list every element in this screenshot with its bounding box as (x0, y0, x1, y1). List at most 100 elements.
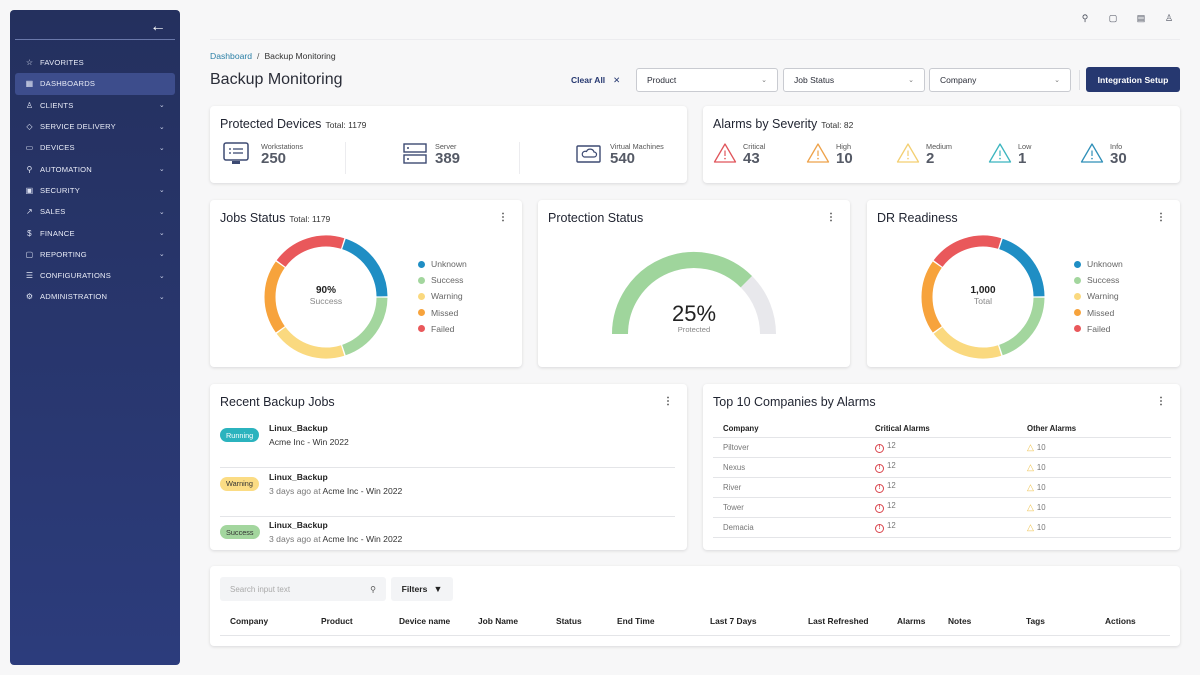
sidebar-item-label: CONFIGURATIONS (40, 271, 112, 281)
column-header[interactable]: Device name (399, 616, 450, 626)
job-name: Linux_Backup (269, 471, 328, 482)
donut-segment-missed[interactable] (264, 261, 285, 333)
job-status-select[interactable]: Job Status ⌄ (783, 68, 925, 92)
sidebar-item-finance[interactable]: $ FINANCE ⌄ (15, 222, 175, 243)
legend-item-failed[interactable]: Failed (418, 321, 467, 337)
column-header[interactable]: Company (230, 616, 268, 626)
column-header[interactable]: Status (556, 616, 582, 626)
column-header[interactable]: Last Refreshed (808, 616, 869, 626)
protected-devices-card: Protected Devices Total: 1179 Workstation… (210, 106, 687, 183)
donut-segment-warning[interactable] (933, 327, 1002, 359)
search-placeholder: Search input text (230, 584, 291, 594)
donut-segment-warning[interactable] (276, 327, 345, 359)
sidebar-item-favorites[interactable]: ☆ FAVORITES (15, 52, 175, 73)
clear-all-button[interactable]: Clear All ✕ (571, 75, 620, 86)
column-header[interactable]: Last 7 Days (710, 616, 757, 626)
legend-item-success[interactable]: Success (418, 272, 467, 288)
breadcrumb-dashboard-link[interactable]: Dashboard (210, 51, 252, 61)
warning-triangle-icon: △ (1027, 501, 1034, 512)
column-header[interactable]: Alarms (897, 616, 925, 626)
integration-setup-button[interactable]: Integration Setup (1086, 67, 1180, 92)
sidebar-menu: ☆ FAVORITES ▦ DASHBOARDS ♙ CLIENTS ⌄ ◇ SERVICE D… (15, 52, 175, 308)
legend-item-warning[interactable]: Warning (418, 288, 467, 304)
close-icon: ✕ (613, 75, 621, 85)
sidebar-item-devices[interactable]: ▭ DEVICES ⌄ (15, 137, 175, 158)
table-row[interactable]: Nexus ! 12 △ 10 (713, 457, 1171, 478)
product-select[interactable]: Product ⌄ (636, 68, 778, 92)
sidebar-item-administration[interactable]: ⚙ ADMINISTRATION ⌄ (15, 286, 175, 307)
sidebar-item-configurations[interactable]: ☰ CONFIGURATIONS ⌄ (15, 265, 175, 286)
search-input[interactable]: Search input text ⚲ (220, 577, 386, 601)
more-options-icon[interactable]: ⋮ (498, 212, 508, 223)
sidebar-item-reporting[interactable]: ▢ REPORTING ⌄ (15, 244, 175, 265)
jobs-status-legend: Unknown Success Warning Missed Failed (418, 256, 467, 337)
donut-center-value: 90% (315, 285, 336, 296)
dr-readiness-card: DR Readiness ⋮ 1,000 Total Unknown Succes… (867, 200, 1180, 367)
tag-icon: ◇ (26, 122, 33, 132)
alarm-value: 2 (926, 150, 935, 167)
jobs-table-header: Company Product Device name Job Name Status E… (220, 610, 1170, 636)
table-row[interactable]: Demacia ! 12 △ 10 (713, 517, 1171, 538)
column-header[interactable]: Actions (1105, 616, 1136, 626)
table-row[interactable]: Tower ! 12 △ 10 (713, 497, 1171, 518)
sidebar-item-label: FAVORITES (40, 58, 84, 68)
other-cell: △ 10 (1017, 437, 1171, 458)
sidebar-item-service-delivery[interactable]: ◇ SERVICE DELIVERY ⌄ (15, 116, 175, 137)
sidebar-item-sales[interactable]: ↗ SALES ⌄ (15, 201, 175, 222)
notes-icon[interactable]: ▤ (1136, 12, 1146, 24)
column-header[interactable]: Company (713, 420, 865, 438)
legend-label: Missed (1087, 307, 1115, 318)
legend-item-missed[interactable]: Missed (418, 305, 467, 321)
filters-button[interactable]: Filters ▼ (391, 577, 453, 601)
search-icon: ⚲ (370, 584, 376, 594)
alarm-critical: Critical 43 (713, 142, 765, 168)
dr-readiness-title: DR Readiness (877, 211, 958, 225)
more-options-icon[interactable]: ⋮ (1156, 396, 1166, 407)
list-item[interactable]: Success Linux_Backup 3 days ago at Acme … (220, 517, 675, 550)
sidebar-item-security[interactable]: ▣ SECURITY ⌄ (15, 180, 175, 201)
list-item[interactable]: Warning Linux_Backup 3 days ago at Acme … (220, 469, 675, 517)
column-header[interactable]: Critical Alarms (865, 420, 1017, 438)
donut-segment-missed[interactable] (921, 261, 942, 333)
column-header[interactable]: Tags (1026, 616, 1045, 626)
company-select[interactable]: Company ⌄ (929, 68, 1071, 92)
donut-segment-failed[interactable] (276, 235, 345, 267)
more-options-icon[interactable]: ⋮ (1156, 212, 1166, 223)
column-header[interactable]: Notes (948, 616, 971, 626)
sidebar-item-label: ADMINISTRATION (40, 292, 108, 302)
user-icon[interactable]: ♙ (1164, 12, 1174, 24)
legend-item-warning[interactable]: Warning (1074, 288, 1123, 304)
legend-dot (418, 325, 425, 333)
list-item[interactable]: Running Linux_Backup Acme Inc - Win 2022 (220, 420, 675, 468)
company-cell: River (713, 477, 865, 498)
column-header[interactable]: End Time (617, 616, 655, 626)
chevron-down-icon: ⌄ (158, 187, 165, 195)
legend-label: Unknown (1087, 259, 1123, 270)
column-header[interactable]: Product (321, 616, 353, 626)
more-options-icon[interactable]: ⋮ (826, 212, 836, 223)
chat-icon[interactable]: ▢ (1108, 12, 1118, 24)
gauge-value: 25% (671, 301, 717, 326)
donut-segment-failed[interactable] (933, 235, 1002, 267)
sidebar-item-dashboards[interactable]: ▦ DASHBOARDS (15, 73, 175, 95)
sidebar-item-label: FINANCE (40, 228, 75, 238)
search-icon[interactable]: ⚲ (1080, 12, 1090, 24)
legend-item-unknown[interactable]: Unknown (1074, 256, 1123, 272)
legend-item-missed[interactable]: Missed (1074, 305, 1123, 321)
sidebar-item-clients[interactable]: ♙ CLIENTS ⌄ (15, 95, 175, 116)
column-header[interactable]: Other Alarms (1017, 420, 1171, 438)
arrow-left-icon[interactable]: ← (150, 18, 166, 36)
sidebar-item-automation[interactable]: ⚲ AUTOMATION ⌄ (15, 158, 175, 179)
more-options-icon[interactable]: ⋮ (663, 396, 673, 407)
table-row[interactable]: Piltover ! 12 △ 10 (713, 437, 1171, 458)
stat-divider (519, 142, 520, 174)
column-header[interactable]: Job Name (478, 616, 518, 626)
table-row[interactable]: River ! 12 △ 10 (713, 477, 1171, 498)
chevron-down-icon: ⌄ (158, 293, 165, 301)
legend-item-failed[interactable]: Failed (1074, 321, 1123, 337)
sidebar: ← ☆ FAVORITES ▦ DASHBOARDS ♙ CLIENTS ⌄ ◇ SERVICE… (10, 10, 180, 665)
legend-dot (1074, 309, 1081, 317)
legend-item-unknown[interactable]: Unknown (418, 256, 467, 272)
job-time: 3 days ago at (269, 534, 321, 544)
legend-item-success[interactable]: Success (1074, 272, 1123, 288)
